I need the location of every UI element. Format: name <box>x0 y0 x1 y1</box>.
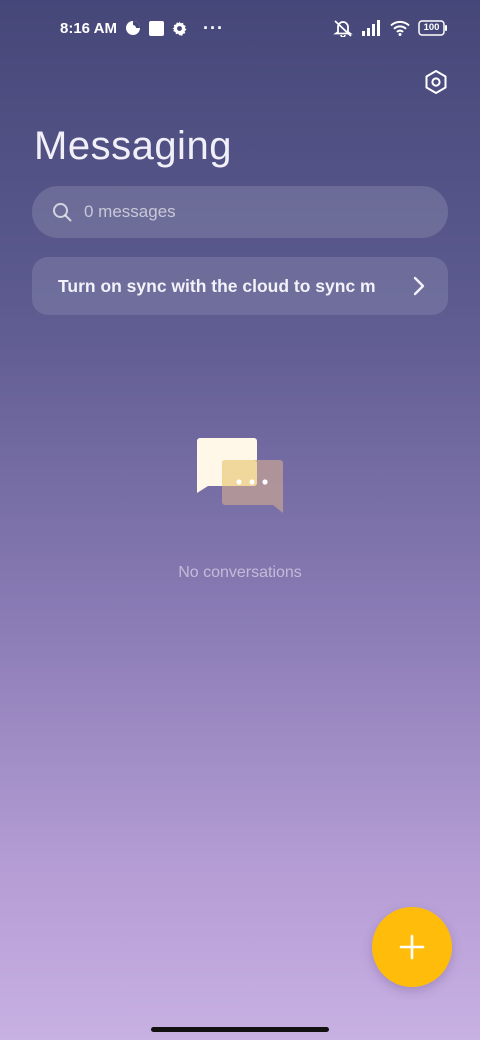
wifi-icon <box>390 20 410 36</box>
search-icon <box>52 202 72 222</box>
search-bar[interactable] <box>32 186 448 238</box>
data-saver-icon <box>125 20 141 36</box>
sync-banner-text: Turn on sync with the cloud to sync mess… <box>58 275 376 296</box>
status-right: 100 <box>332 19 448 37</box>
hexagon-settings-icon <box>423 69 449 95</box>
chat-bubbles-icon <box>194 436 290 516</box>
empty-state-text: No conversations <box>178 564 302 581</box>
battery-icon: 100 <box>418 20 448 36</box>
status-time: 8:16 AM <box>60 19 117 37</box>
status-left: 8:16 AM ··· <box>60 18 224 39</box>
silent-bell-icon <box>332 19 354 37</box>
status-bar: 8:16 AM ··· 100 <box>0 0 480 56</box>
home-indicator[interactable] <box>151 1027 329 1032</box>
page-title: Messaging <box>34 124 232 168</box>
search-input[interactable] <box>84 202 404 222</box>
settings-button[interactable] <box>418 64 454 100</box>
new-conversation-button[interactable] <box>372 907 452 987</box>
battery-level: 100 <box>423 22 440 33</box>
status-more-dots: ··· <box>202 17 224 38</box>
sync-banner[interactable]: Turn on sync with the cloud to sync mess… <box>32 257 448 315</box>
chevron-right-icon <box>412 275 426 302</box>
square-notification-icon <box>148 20 164 36</box>
signal-icon <box>362 20 382 36</box>
plus-icon <box>398 933 426 961</box>
gear-notification-icon <box>172 20 187 36</box>
